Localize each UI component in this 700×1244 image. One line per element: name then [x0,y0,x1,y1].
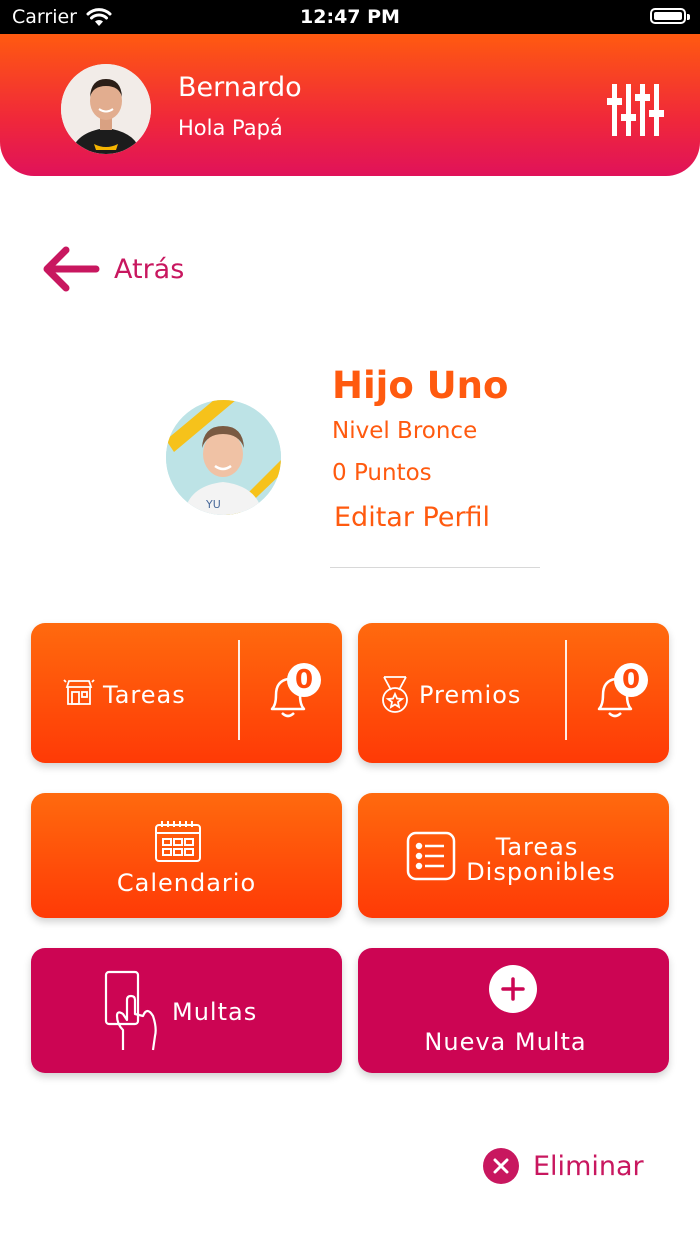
multas-label: Multas [172,998,258,1026]
nueva-multa-label: Nueva Multa [424,1028,587,1056]
child-avatar[interactable]: YU [166,400,281,515]
svg-text:YU: YU [205,498,221,511]
tareas-disponibles-label-2: Disponibles [466,858,616,886]
profile-divider [330,567,540,568]
calendario-tile[interactable]: Calendario [31,793,342,918]
tareas-disponibles-tile[interactable]: Tareas Disponibles [358,793,669,918]
add-icon [489,965,537,1013]
arrow-left-icon [43,246,100,292]
child-name: Hijo Uno [332,364,509,407]
tareas-divider [238,640,240,740]
user-greeting: Hola Papá [178,116,283,140]
tareas-tile[interactable]: Tareas 0 [31,623,342,763]
premios-tile[interactable]: Premios 0 [358,623,669,763]
calendario-label: Calendario [116,869,257,897]
delete-button[interactable]: Eliminar [483,1148,644,1184]
edit-profile-link[interactable]: Editar Perfil [334,502,490,533]
nueva-multa-tile[interactable]: Nueva Multa [358,948,669,1073]
medal-icon [382,676,408,713]
child-points: 0 Puntos [332,460,432,486]
multas-tile[interactable]: Multas [31,948,342,1073]
tareas-count-badge: 0 [287,663,321,697]
tareas-disponibles-label-1: Tareas [495,833,579,861]
user-name: Bernardo [178,72,302,103]
premios-count-badge: 0 [614,663,648,697]
checklist-icon [406,831,456,881]
premios-label: Premios [419,681,522,709]
delete-label: Eliminar [533,1150,644,1182]
clock: 12:47 PM [300,6,400,28]
shop-icon [63,679,95,705]
battery-icon [650,8,690,24]
parent-photo [61,64,151,154]
parent-avatar[interactable] [61,64,151,154]
premios-divider [565,640,567,740]
calendar-icon [155,821,201,862]
status-bar: Carrier 12:47 PM [0,0,700,34]
tareas-label: Tareas [103,681,186,709]
child-level: Nivel Bronce [332,418,478,444]
back-button[interactable]: Atrás [40,244,184,294]
back-label: Atrás [114,253,185,285]
child-photo: YU [166,400,281,515]
sliders-icon[interactable] [606,84,666,136]
penalty-card-icon [104,970,157,1051]
close-icon [483,1148,519,1184]
app-header: Bernardo Hola Papá [0,34,700,176]
